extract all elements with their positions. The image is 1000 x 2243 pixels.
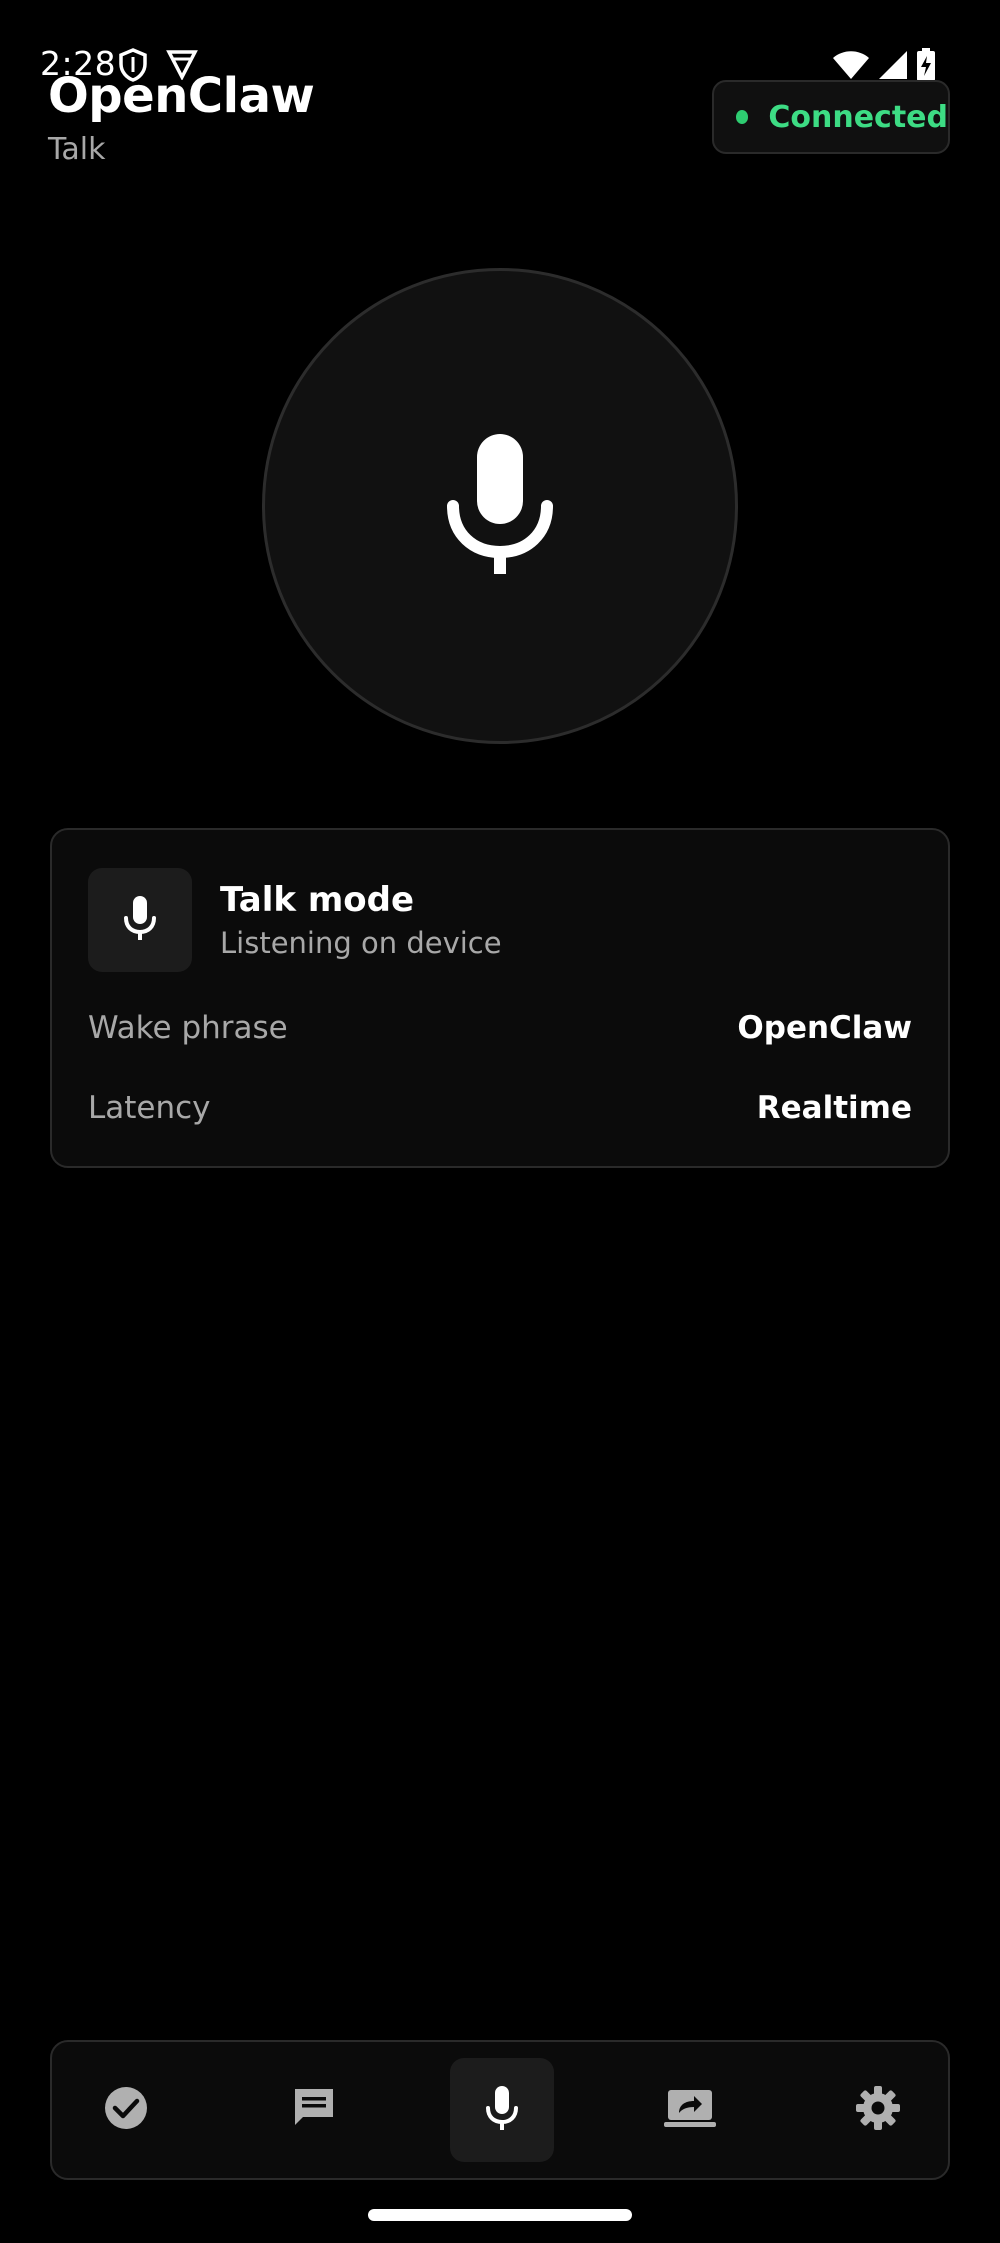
connection-status-badge[interactable]: Connected [712, 80, 950, 154]
talk-mode-icon-box [88, 868, 192, 972]
talk-mode-card: Talk mode Listening on device Wake phras… [50, 828, 950, 1168]
connection-status-label: Connected [768, 99, 948, 135]
wake-phrase-value: OpenClaw [737, 1010, 912, 1046]
page-subtitle: Talk [48, 132, 106, 167]
nav-item-tasks[interactable] [74, 2058, 178, 2162]
talk-screen: 2:28 OpenClaw Talk Connected Talk mode L… [0, 0, 1000, 2243]
latency-value: Realtime [756, 1090, 912, 1126]
latency-row: Latency Realtime [88, 1088, 912, 1128]
check-circle-icon [103, 2085, 149, 2135]
app-title: OpenClaw [48, 68, 315, 124]
nav-item-settings[interactable] [826, 2058, 930, 2162]
microphone-icon [445, 434, 555, 578]
talk-mode-title: Talk mode [220, 880, 415, 920]
home-indicator[interactable] [368, 2209, 632, 2221]
microphone-icon [123, 896, 157, 944]
talk-mic-button[interactable] [262, 268, 738, 744]
nav-item-screen[interactable] [638, 2058, 742, 2162]
wifi-icon [832, 50, 870, 84]
nav-item-chat[interactable] [262, 2058, 366, 2162]
gear-icon [855, 2085, 901, 2135]
status-dot-icon [736, 110, 749, 124]
chat-icon [291, 2085, 337, 2135]
signal-icon [878, 50, 908, 84]
wake-phrase-row: Wake phrase OpenClaw [88, 1008, 912, 1048]
screen-share-icon [664, 2088, 716, 2132]
microphone-icon [485, 2086, 519, 2134]
latency-label: Latency [88, 1090, 211, 1126]
wake-phrase-label: Wake phrase [88, 1010, 288, 1046]
bottom-nav [50, 2040, 950, 2180]
talk-mode-subtitle: Listening on device [220, 926, 502, 960]
nav-item-talk[interactable] [450, 2058, 554, 2162]
